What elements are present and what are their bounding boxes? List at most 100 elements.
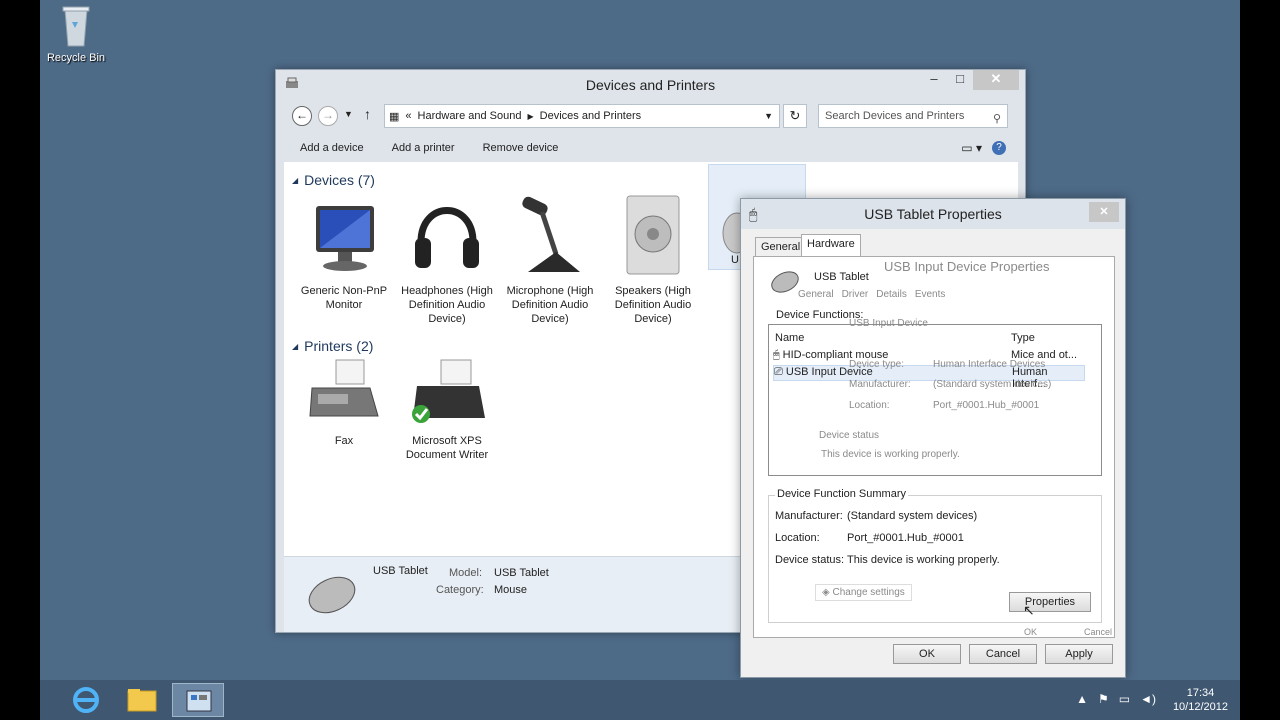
search-icon: ⚲: [992, 113, 1001, 125]
volume-icon[interactable]: ◄): [1140, 692, 1156, 706]
minimize-button[interactable]: –: [921, 70, 947, 90]
mouse-icon: 🖱: [773, 349, 780, 361]
devices-section-header[interactable]: ◢ Devices (7): [292, 172, 375, 188]
ghost-manufacturer-label: Manufacturer:: [849, 379, 911, 390]
file-explorer-icon[interactable]: [116, 683, 168, 717]
view-options-icon[interactable]: ▭ ▾: [961, 141, 982, 155]
device-label: U: [731, 254, 739, 266]
properties-button[interactable]: Properties: [1009, 592, 1091, 612]
flag-icon[interactable]: ⚑: [1098, 692, 1109, 706]
forward-button[interactable]: →: [318, 106, 338, 126]
control-panel-icon: ▦: [389, 110, 400, 123]
device-functions-list[interactable]: Name Type 🖱 HID-compliant mouse Mice and…: [768, 318, 1102, 476]
collapse-arrow-icon: ◢: [292, 341, 299, 351]
search-input[interactable]: Search Devices and Printers ⚲: [818, 104, 1008, 128]
fax-icon: [304, 358, 384, 428]
device-label: Speakers (High Definition Audio Device): [614, 285, 692, 325]
mouse-icon: [304, 569, 360, 622]
details-device-name: USB Tablet: [373, 565, 428, 577]
tab-hardware[interactable]: Hardware: [801, 234, 861, 257]
recycle-bin-label: Recycle Bin: [46, 52, 106, 64]
internet-explorer-icon[interactable]: [60, 683, 112, 717]
manufacturer-label: Manufacturer:: [775, 510, 843, 522]
show-hidden-icons-icon[interactable]: ▲: [1076, 692, 1088, 706]
ghost-dialog-title: USB Input Device Properties: [884, 259, 1050, 274]
ghost-tab-details: Details: [876, 289, 907, 300]
summary-legend: Device Function Summary: [775, 488, 908, 500]
close-button[interactable]: ✕: [973, 70, 1019, 90]
add-printer-button[interactable]: Add a printer: [392, 142, 455, 154]
device-status-label: Device status:: [775, 554, 845, 566]
speaker-icon: [613, 190, 693, 278]
ok-button[interactable]: OK: [893, 644, 961, 664]
ghost-status-label: Device status: [819, 430, 880, 441]
mouse-icon: 🖱: [749, 206, 758, 222]
address-bar[interactable]: ▦ « Hardware and Sound ▶ Devices and Pri…: [384, 104, 780, 128]
maximize-button[interactable]: □: [947, 70, 973, 90]
refresh-button[interactable]: ↻: [783, 104, 807, 128]
printer-xps[interactable]: Microsoft XPS Document Writer: [397, 358, 497, 462]
clock-time: 17:34: [1186, 687, 1215, 699]
monitor-icon: [304, 190, 384, 278]
location-value: Port_#0001.Hub_#0001: [847, 532, 964, 544]
device-label: Generic Non-PnP Monitor: [300, 285, 388, 311]
printer-fax[interactable]: Fax: [294, 358, 394, 448]
address-dropdown-icon[interactable]: ▼: [764, 111, 773, 121]
refresh-icon: ↻: [789, 108, 801, 123]
ghost-location-label: Location:: [849, 400, 890, 411]
details-model-label: Model:: [449, 567, 483, 579]
control-panel-taskbar-button[interactable]: [172, 683, 224, 717]
ghost-location-value: Port_#0001.Hub_#0001: [933, 400, 1040, 411]
device-monitor[interactable]: Generic Non-PnP Monitor: [294, 190, 394, 312]
details-category-label: Category:: [436, 584, 484, 596]
microphone-icon: [510, 190, 590, 278]
command-bar: Add a device Add a printer Remove device…: [284, 135, 1018, 161]
ghost-tabs: General Driver Details Events: [798, 289, 945, 300]
breadcrumb-hardware-and-sound[interactable]: Hardware and Sound: [418, 110, 522, 122]
device-headphones[interactable]: Headphones (High Definition Audio Device…: [397, 190, 497, 326]
change-settings-button[interactable]: ◈ Change settings: [815, 584, 912, 601]
device-speakers[interactable]: Speakers (High Definition Audio Device): [603, 190, 703, 326]
recycle-bin[interactable]: Recycle Bin: [44, 4, 108, 64]
apply-button[interactable]: Apply: [1045, 644, 1113, 664]
column-header-name[interactable]: Name: [775, 332, 804, 344]
usb-device-icon: ⎚: [774, 366, 783, 378]
back-button[interactable]: ←: [292, 106, 312, 126]
change-settings-label: Change settings: [832, 587, 905, 598]
up-arrow-icon: ↑: [364, 106, 371, 122]
breadcrumb-overflow[interactable]: «: [405, 110, 411, 122]
help-icon[interactable]: ?: [992, 141, 1006, 155]
dialog-close-button[interactable]: ✕: [1089, 202, 1119, 222]
mouse-cursor-icon: ↖: [1023, 602, 1035, 618]
letterbox-left: [0, 0, 40, 720]
tab-general[interactable]: General: [755, 237, 807, 257]
printers-section-header[interactable]: ◢ Printers (2): [292, 338, 373, 354]
recent-locations-dropdown[interactable]: ▼: [344, 109, 353, 119]
up-button[interactable]: ↑: [364, 106, 371, 122]
device-microphone[interactable]: Microphone (High Definition Audio Device…: [500, 190, 600, 326]
printer-label: Microsoft XPS Document Writer: [405, 435, 489, 461]
ghost-cancel: Cancel: [1084, 627, 1113, 637]
usb-tablet-properties-dialog: 🖱 USB Tablet Properties ✕ General Hardwa…: [740, 198, 1126, 678]
letterbox-right: [1240, 0, 1280, 720]
ghost-tab-general: General: [798, 289, 834, 300]
remove-device-button[interactable]: Remove device: [483, 142, 559, 154]
clock-date: 10/12/2012: [1172, 701, 1228, 713]
clock[interactable]: 17:34 10/12/2012: [1173, 686, 1228, 714]
device-label: Microphone (High Definition Audio Device…: [506, 285, 594, 325]
devices-header-label: Devices (7): [304, 172, 375, 188]
ghost-device-name: USB Input Device: [849, 318, 928, 329]
ghost-status-value: This device is working properly.: [821, 449, 960, 460]
ghost-manufacturer-value: (Standard system devices): [933, 379, 1052, 390]
network-icon[interactable]: ▭: [1119, 692, 1130, 706]
cancel-button[interactable]: Cancel: [969, 644, 1037, 664]
dialog-title: 🖱 USB Tablet Properties: [741, 199, 1125, 229]
device-function-summary: Device Function Summary Manufacturer: (S…: [768, 488, 1102, 623]
breadcrumb-separator-icon: ▶: [527, 111, 534, 121]
location-label: Location:: [775, 532, 820, 544]
breadcrumb-devices-and-printers[interactable]: Devices and Printers: [540, 110, 642, 122]
dialog-title-text: USB Tablet Properties: [864, 206, 1002, 222]
column-header-type[interactable]: Type: [1011, 332, 1035, 344]
details-category-value: Mouse: [494, 584, 528, 596]
add-device-button[interactable]: Add a device: [300, 142, 364, 154]
